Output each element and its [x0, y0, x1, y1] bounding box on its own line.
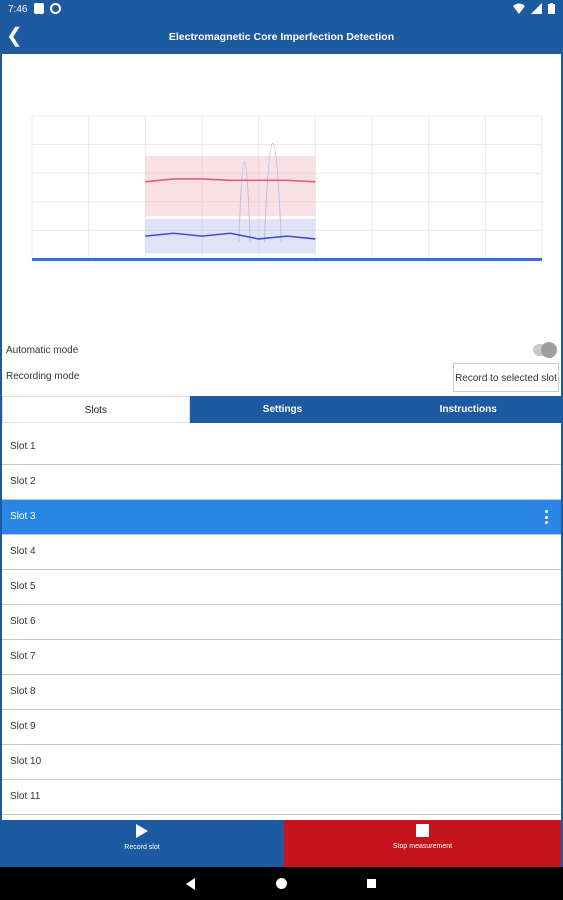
slot-row[interactable]: Slot 1	[2, 430, 561, 465]
automatic-mode-toggle[interactable]	[533, 342, 557, 358]
baseline-bar	[32, 258, 542, 261]
main-content: Automatic mode Recording mode Record to …	[2, 54, 561, 820]
slot-row[interactable]: Slot 10	[2, 745, 561, 780]
nav-back-icon[interactable]	[186, 878, 195, 890]
signal-icon	[531, 3, 542, 14]
system-nav-bar	[0, 867, 563, 900]
slot-label: Slot 3	[10, 511, 36, 522]
more-options-icon[interactable]	[545, 510, 549, 524]
slot-label: Slot 10	[10, 756, 42, 767]
slot-label: Slot 11	[10, 791, 41, 802]
status-bar: 7:46	[0, 0, 563, 20]
slot-row[interactable]: Slot 8	[2, 675, 561, 710]
slot-label: Slot 6	[10, 616, 36, 627]
controls-panel: Automatic mode Recording mode Record to …	[2, 339, 561, 399]
notification-icon	[34, 3, 44, 14]
slot-row-selected[interactable]: Slot 3	[2, 500, 561, 535]
status-time: 7:46	[8, 4, 28, 15]
toggle-knob	[541, 342, 557, 358]
nav-recents-icon[interactable]	[367, 879, 376, 888]
tab-slots[interactable]: Slots	[2, 396, 190, 423]
slot-row[interactable]: Slot 5	[2, 570, 561, 605]
stop-measurement-label: Stop measurement	[392, 843, 453, 850]
automatic-mode-label: Automatic mode	[6, 345, 79, 356]
tab-instructions[interactable]: Instructions	[375, 396, 561, 423]
recording-mode-label: Recording mode	[6, 371, 80, 382]
slot-row[interactable]: Slot 6	[2, 605, 561, 640]
slot-list: Slot 1 Slot 2 Slot 3 Slot 4 Slot 5 Slot …	[2, 430, 561, 815]
app-bar: ❮ Electromagnetic Core Imperfection Dete…	[0, 20, 563, 54]
slot-label: Slot 4	[10, 546, 36, 557]
red-envelope-band	[145, 156, 316, 217]
record-slot-label: Record slot	[124, 844, 160, 851]
play-icon	[136, 824, 148, 838]
battery-icon	[548, 3, 555, 14]
sync-icon	[50, 3, 61, 14]
slot-row[interactable]: Slot 11	[2, 780, 561, 815]
wifi-icon	[513, 3, 525, 14]
slot-row[interactable]: Slot 2	[2, 465, 561, 500]
slot-label: Slot 5	[10, 581, 36, 592]
slot-label: Slot 7	[10, 651, 36, 662]
slot-label: Slot 9	[10, 721, 36, 732]
slot-label: Slot 1	[10, 441, 36, 452]
measurement-chart	[31, 115, 543, 261]
slot-row[interactable]: Slot 4	[2, 535, 561, 570]
slot-label: Slot 2	[10, 476, 36, 487]
slot-label: Slot 8	[10, 686, 36, 697]
slot-row[interactable]: Slot 9	[2, 710, 561, 745]
bottom-action-bar: Record slot Stop measurement	[0, 820, 563, 867]
record-slot-button[interactable]: Record slot	[0, 820, 284, 867]
page-title: Electromagnetic Core Imperfection Detect…	[168, 31, 395, 43]
stop-icon	[416, 824, 429, 837]
record-to-selected-slot-button[interactable]: Record to selected slot	[453, 363, 559, 392]
slot-row[interactable]: Slot 7	[2, 640, 561, 675]
tab-bar: Slots Settings Instructions	[2, 396, 561, 423]
stop-measurement-button[interactable]: Stop measurement	[284, 820, 561, 867]
nav-home-icon[interactable]	[276, 878, 287, 889]
tab-settings[interactable]: Settings	[190, 396, 376, 423]
